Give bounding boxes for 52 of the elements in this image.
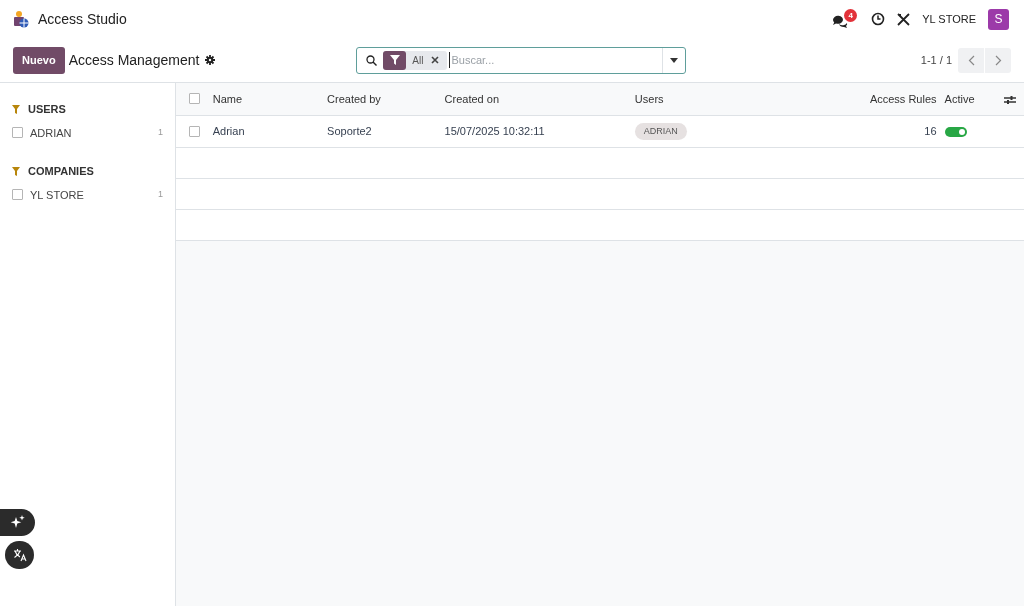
close-icon[interactable] <box>431 56 440 64</box>
column-header[interactable]: Active <box>944 92 975 105</box>
checkbox[interactable] <box>189 93 200 105</box>
search-input[interactable]: Buscar... <box>449 51 663 69</box>
table-cell: Soporte2 <box>327 124 372 137</box>
new-button[interactable]: Nuevo <box>13 46 65 74</box>
filter-option[interactable]: YL STORE <box>30 186 84 203</box>
dropdown-caret-icon[interactable] <box>670 57 679 63</box>
clock-icon[interactable] <box>871 12 886 26</box>
column-header[interactable]: Users <box>634 92 664 105</box>
chevron-right-icon <box>994 54 1002 66</box>
table-cell: Adrian <box>212 124 245 137</box>
search-bar[interactable]: All Buscar... <box>356 46 687 74</box>
filter-icon <box>12 166 20 176</box>
chevron-left-icon <box>967 54 975 66</box>
filter-icon <box>389 55 400 65</box>
ai-assistant-button[interactable] <box>0 509 35 536</box>
filter-icon <box>12 104 20 114</box>
chat-icon <box>832 15 849 29</box>
app-title[interactable]: Access Studio <box>38 8 127 30</box>
filter-option[interactable]: ADRIAN <box>30 124 72 141</box>
column-header[interactable]: Created by <box>327 92 381 105</box>
table-cell: 15/07/2025 10:32:11 <box>444 124 545 137</box>
translate-icon <box>12 548 27 562</box>
facet-label: All <box>412 53 424 68</box>
messages-button[interactable]: 4 <box>832 9 858 29</box>
table-row[interactable]: Adrian Soporte2 15/07/2025 10:32:11 ADRIAN 16 <box>176 115 1024 147</box>
notification-badge: 4 <box>844 9 858 22</box>
breadcrumb-title: Access Management <box>68 50 200 70</box>
checkbox[interactable] <box>12 127 23 139</box>
column-header[interactable]: Access Rules <box>869 92 937 105</box>
user-tag: ADRIAN <box>634 122 687 141</box>
column-settings-icon[interactable] <box>1004 94 1016 105</box>
translate-button[interactable] <box>5 541 34 569</box>
search-icon <box>366 54 378 66</box>
gear-icon[interactable] <box>205 55 216 65</box>
column-header[interactable]: Created on <box>444 92 499 105</box>
filter-group-title: COMPANIES <box>28 164 94 179</box>
checkbox[interactable] <box>189 125 200 137</box>
filter-facet[interactable]: All <box>383 50 448 70</box>
app-logo-icon <box>12 10 30 28</box>
pager-value[interactable]: 1-1 / 1 <box>920 51 952 69</box>
option-count: 1 <box>158 126 163 139</box>
tools-icon[interactable] <box>897 12 911 26</box>
option-count: 1 <box>158 188 163 201</box>
checkbox[interactable] <box>12 189 23 201</box>
column-header[interactable]: Name <box>212 92 243 105</box>
active-toggle[interactable] <box>944 126 967 137</box>
user-avatar[interactable]: S <box>988 8 1009 30</box>
company-switcher[interactable]: YL STORE <box>922 10 976 28</box>
filter-group-title: USERS <box>28 102 66 117</box>
table-cell: 16 <box>924 124 937 137</box>
